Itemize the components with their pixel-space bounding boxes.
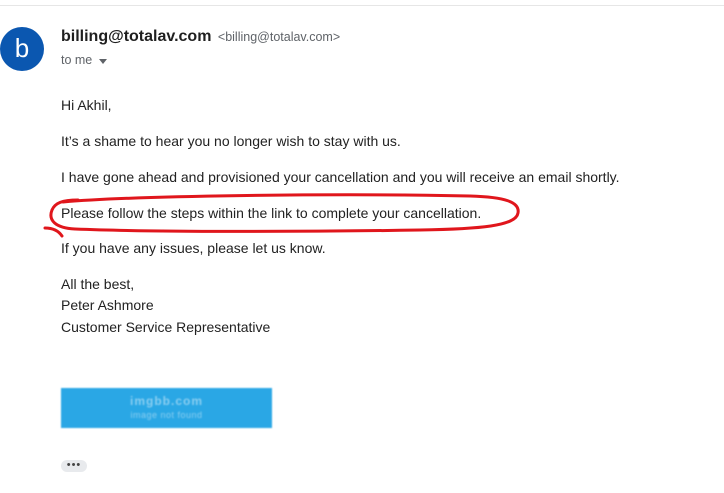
greeting: Hi Akhil, [61,97,112,113]
placeholder-line-1: imgbb.com [129,394,203,408]
chevron-down-icon[interactable] [99,58,108,64]
body-paragraph-1: It’s a shame to hear you no longer wish … [61,133,401,149]
sender-line: billing@totalav.com <billing@totalav.com… [61,28,340,46]
body-paragraph-2: I have gone ahead and provisioned your c… [61,169,620,185]
sender-email: <billing@totalav.com> [217,30,341,44]
email-view: b billing@totalav.com <billing@totalav.c… [0,0,724,493]
show-trimmed-content-button[interactable]: ••• [61,460,87,472]
broken-image-placeholder[interactable]: imgbb.com image not found [61,388,272,428]
divider [0,5,724,6]
recipient-details[interactable]: to me [61,53,108,67]
signature-title: Customer Service Representative [61,319,271,335]
avatar[interactable]: b [0,27,44,71]
body-paragraph-4: If you have any issues, please let us kn… [61,240,326,256]
body-paragraph-3: Please follow the steps within the link … [61,205,482,221]
placeholder-line-2: image not found [130,410,203,420]
to-label: to me [61,53,93,67]
sender-name[interactable]: billing@totalav.com [61,28,211,45]
closing: All the best, [61,276,135,292]
signature-name: Peter Ashmore [61,297,154,313]
